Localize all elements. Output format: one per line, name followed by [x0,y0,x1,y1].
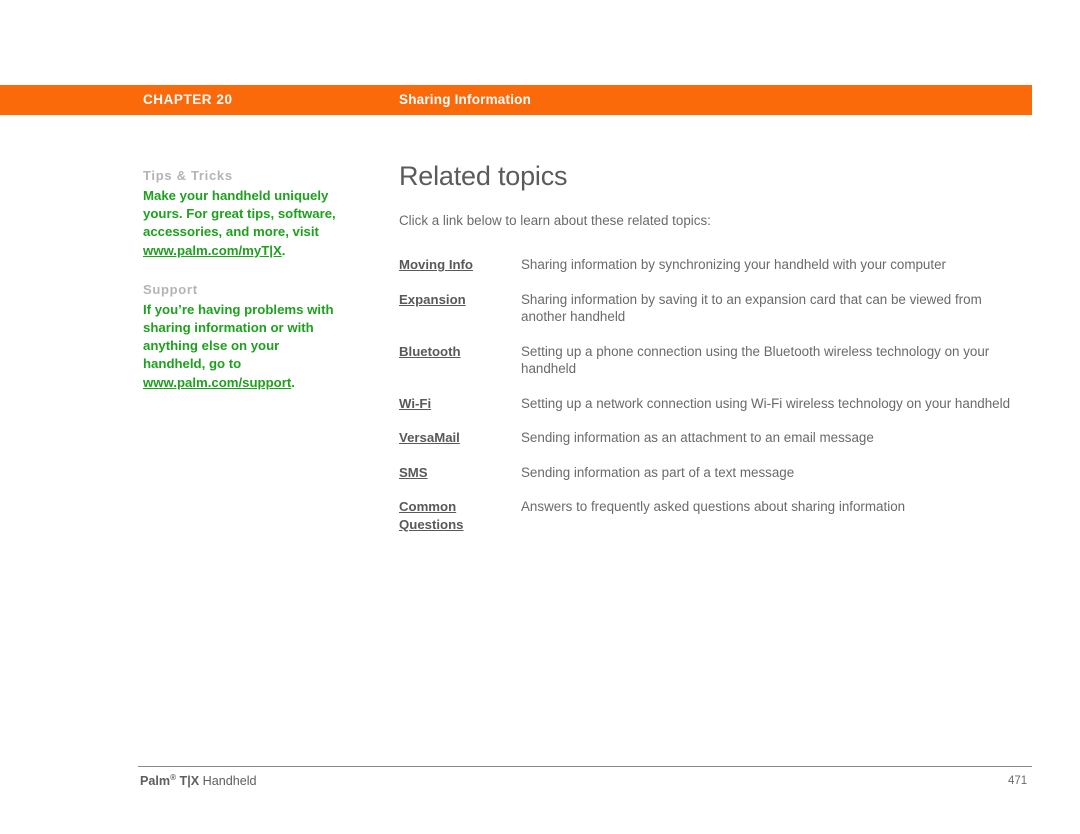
table-cell-link: Bluetooth [399,343,521,395]
table-cell-link: Expansion [399,291,521,343]
footer-product-suffix: Handheld [199,774,257,789]
sidebar: Tips & Tricks Make your handheld uniquel… [143,168,343,414]
footer-product-name: Palm® T|X Handheld [140,773,257,788]
section-title: Sharing Information [399,92,532,107]
table-row: SMS Sending information as part of a tex… [399,464,1019,499]
sidebar-text-after-link: . [281,242,286,258]
footer-product-model: T|X [176,774,200,789]
sidebar-link-mytx[interactable]: www.palm.com/myT|X [143,243,282,258]
related-topics-table: Moving Info Sharing information by synch… [399,256,1019,550]
table-row: Expansion Sharing information by saving … [399,291,1019,343]
sidebar-link-support[interactable]: www.palm.com/support [143,375,291,390]
sidebar-text-before-link: Make your handheld uniquely yours. For g… [143,188,336,240]
main-content: Related topics Click a link below to lea… [399,160,1019,550]
footer-brand-text: Palm [140,774,171,789]
table-cell-description: Setting up a network connection using Wi… [521,395,1011,411]
topic-link-common-questions[interactable]: Common Questions [399,499,463,532]
table-cell-link: Wi-Fi [399,395,521,430]
sidebar-text-after-link: . [291,374,295,390]
topic-link-sms[interactable]: SMS [399,465,428,480]
sidebar-text-before-link: If you’re having problems with sharing i… [143,301,334,372]
related-topics-body: Moving Info Sharing information by synch… [399,256,1019,550]
footer-divider [138,766,1032,767]
topic-link-bluetooth[interactable]: Bluetooth [399,344,461,359]
table-cell-link: Moving Info [399,256,521,291]
table-cell-description: Answers to frequently asked questions ab… [521,499,906,514]
table-cell-link: SMS [399,464,521,499]
sidebar-heading-support: Support [143,281,198,297]
table-cell-description: Sending information as an attachment to … [521,430,874,445]
footer-brand: Palm® T|X [140,773,200,789]
sidebar-body-support: If you’re having problems with sharing i… [143,301,343,392]
topic-link-versamail[interactable]: VersaMail [399,430,460,445]
chapter-label: CHAPTER 20 [143,92,233,107]
table-cell-link: Common Questions [399,498,521,550]
table-row: Bluetooth Setting up a phone connection … [399,343,1019,395]
sidebar-body-tips-and-tricks: Make your handheld uniquely yours. For g… [143,187,343,260]
sidebar-block-tips-and-tricks: Tips & Tricks Make your handheld uniquel… [143,168,343,260]
page-number: 471 [1008,775,1028,787]
table-cell-link: VersaMail [399,429,521,464]
table-row: Common Questions Answers to frequently a… [399,498,1019,550]
page-title: Related topics [399,161,568,191]
table-cell-description: Sharing information by saving it to an e… [521,291,982,325]
table-cell-description: Sharing information by synchronizing you… [521,257,947,272]
table-cell-description: Sending information as part of a text me… [521,464,795,480]
table-cell-description: Setting up a phone connection using the … [521,343,990,377]
table-row: Wi-Fi Setting up a network connection us… [399,395,1019,430]
table-row: Moving Info Sharing information by synch… [399,256,1019,291]
intro-text: Click a link below to learn about these … [399,213,711,228]
sidebar-heading-tips-and-tricks: Tips & Tricks [143,168,233,183]
topic-link-moving-info[interactable]: Moving Info [399,257,473,272]
sidebar-block-support: Support If you’re having problems with s… [143,282,343,392]
topic-link-wi-fi[interactable]: Wi-Fi [399,396,431,411]
topic-link-expansion[interactable]: Expansion [399,292,466,307]
table-row: VersaMail Sending information as an atta… [399,429,1019,464]
